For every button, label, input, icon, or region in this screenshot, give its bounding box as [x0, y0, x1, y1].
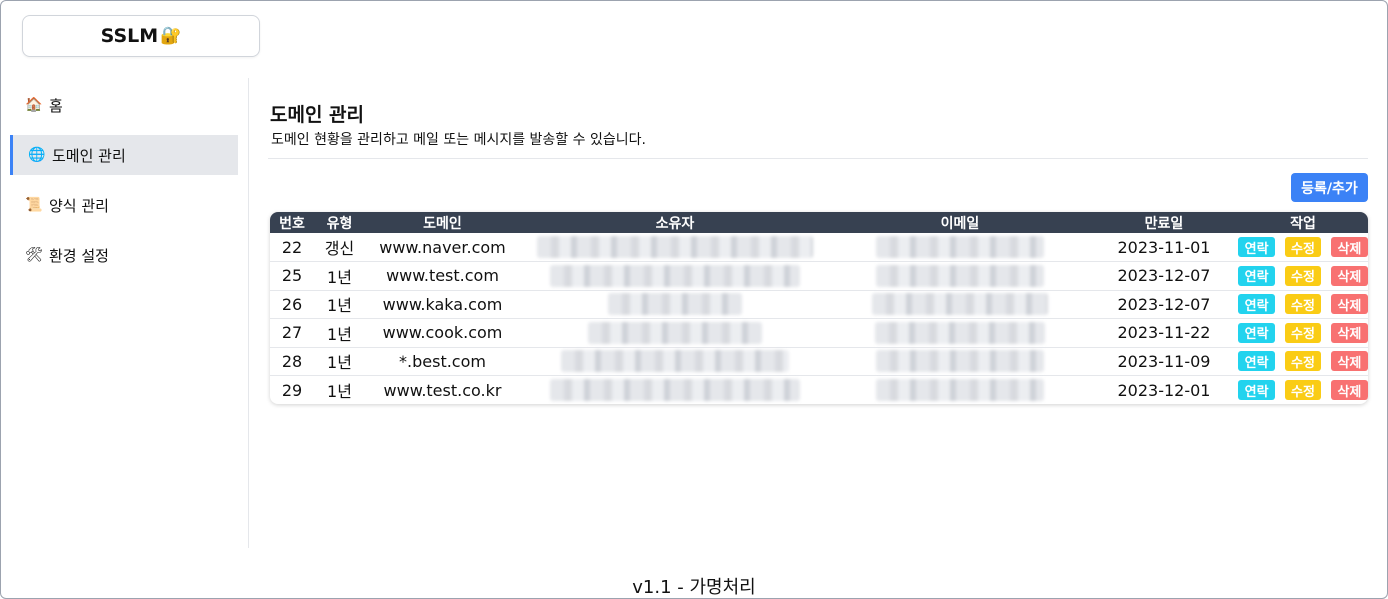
- column-header-email[interactable]: 이메일: [830, 212, 1090, 233]
- table-header-row: 번호 유형 도메인 소유자 이메일 만료일 작업: [270, 212, 1368, 233]
- page-title: 도메인 관리: [270, 104, 365, 126]
- scroll-icon: 📜: [25, 197, 43, 213]
- row-email-redacted: [830, 262, 1090, 291]
- row-owner-redacted: [520, 262, 830, 291]
- row-type: 1년: [327, 267, 352, 287]
- table-row: 27 1년 www.cook.com 2023-11-22 연락 수정 삭제: [270, 319, 1368, 348]
- table-row: 22 갱신 www.naver.com 2023-11-01 연락 수정 삭제: [270, 233, 1368, 262]
- edit-button[interactable]: 수정: [1285, 351, 1321, 372]
- row-email-redacted: [830, 347, 1090, 376]
- sidebar-item-label: 도메인 관리: [52, 146, 126, 165]
- column-header-expiry[interactable]: 만료일: [1090, 212, 1238, 233]
- table-row: 26 1년 www.kaka.com 2023-12-07 연락 수정 삭제: [270, 290, 1368, 319]
- delete-button[interactable]: 삭제: [1330, 294, 1368, 315]
- row-domain: www.cook.com: [382, 323, 503, 343]
- delete-button[interactable]: 삭제: [1330, 322, 1368, 343]
- delete-button[interactable]: 삭제: [1330, 380, 1368, 400]
- column-header-owner[interactable]: 소유자: [520, 212, 830, 233]
- column-header-no[interactable]: 번호: [270, 212, 314, 233]
- row-number: 27: [281, 323, 303, 343]
- page-subtitle: 도메인 현황을 관리하고 메일 또는 메시지를 발송할 수 있습니다.: [271, 132, 646, 148]
- row-email-redacted: [830, 233, 1090, 262]
- row-domain: www.naver.com: [379, 237, 506, 257]
- row-number: 25: [281, 266, 303, 286]
- sidebar-item-label: 홈: [49, 96, 63, 115]
- row-number: 29: [281, 380, 303, 400]
- domain-table: 번호 유형 도메인 소유자 이메일 만료일 작업 22 갱신 www.naver…: [270, 212, 1368, 404]
- row-number: 22: [281, 237, 303, 257]
- delete-button[interactable]: 삭제: [1330, 351, 1368, 372]
- app-logo[interactable]: SSLM 🔐: [22, 15, 260, 57]
- row-domain: www.kaka.com: [382, 294, 503, 314]
- row-actions: 연락 수정 삭제: [1238, 290, 1368, 319]
- row-email-redacted: [830, 290, 1090, 319]
- contact-button[interactable]: 연락: [1238, 351, 1276, 372]
- app-name: SSLM: [100, 25, 159, 47]
- contact-button[interactable]: 연락: [1238, 322, 1276, 343]
- edit-button[interactable]: 수정: [1285, 265, 1321, 286]
- column-header-actions: 작업: [1290, 215, 1316, 232]
- delete-button[interactable]: 삭제: [1330, 237, 1368, 257]
- header-divider: [268, 158, 1368, 159]
- row-type: 1년: [327, 382, 352, 401]
- edit-button[interactable]: 수정: [1285, 294, 1321, 315]
- globe-icon: 🌐: [28, 147, 46, 163]
- row-domain: *.best.com: [399, 351, 486, 371]
- row-expiry: 2023-12-07: [1117, 266, 1211, 286]
- sidebar-divider: [248, 78, 249, 548]
- lock-icon: 🔐: [160, 26, 182, 46]
- row-owner-redacted: [520, 319, 830, 348]
- contact-button[interactable]: 연락: [1238, 237, 1276, 257]
- tools-icon: 🛠: [25, 247, 43, 263]
- sidebar-item-settings[interactable]: 🛠 환경 설정: [10, 235, 238, 275]
- row-number: 26: [281, 294, 303, 314]
- row-actions: 연락 수정 삭제: [1238, 347, 1368, 376]
- row-owner-redacted: [520, 233, 830, 262]
- sidebar-item-template-management[interactable]: 📜 양식 관리: [10, 185, 238, 225]
- row-actions: 연락 수정 삭제: [1238, 376, 1368, 405]
- sidebar-item-domain-management[interactable]: 🌐 도메인 관리: [10, 135, 238, 175]
- sidebar-item-label: 환경 설정: [49, 246, 109, 265]
- row-owner-redacted: [520, 290, 830, 319]
- version-footer: v1.1 - 가명처리: [632, 577, 756, 598]
- table-body: 22 갱신 www.naver.com 2023-11-01 연락 수정 삭제 …: [270, 233, 1368, 404]
- row-expiry: 2023-11-01: [1117, 237, 1211, 257]
- row-expiry: 2023-11-22: [1117, 323, 1211, 343]
- sidebar-item-home[interactable]: 🏠 홈: [10, 85, 238, 125]
- edit-button[interactable]: 수정: [1285, 237, 1321, 257]
- table-row: 29 1년 www.test.co.kr 2023-12-01 연락 수정 삭제: [270, 376, 1368, 405]
- row-owner-redacted: [520, 347, 830, 376]
- row-actions: 연락 수정 삭제: [1238, 233, 1368, 262]
- row-actions: 연락 수정 삭제: [1238, 262, 1368, 291]
- table-row: 28 1년 *.best.com 2023-11-09 연락 수정 삭제: [270, 347, 1368, 376]
- sidebar: 🏠 홈 🌐 도메인 관리 📜 양식 관리 🛠 환경 설정: [10, 85, 238, 285]
- row-email-redacted: [830, 319, 1090, 348]
- row-type: 1년: [327, 324, 352, 344]
- contact-button[interactable]: 연락: [1238, 294, 1276, 315]
- add-domain-button[interactable]: 등록/추가: [1291, 173, 1368, 202]
- home-icon: 🏠: [25, 97, 43, 113]
- sidebar-item-label: 양식 관리: [49, 196, 109, 215]
- column-header-type[interactable]: 유형: [314, 212, 365, 233]
- row-number: 28: [281, 351, 303, 371]
- row-expiry: 2023-11-09: [1117, 351, 1211, 371]
- row-email-redacted: [830, 376, 1090, 405]
- row-type: 1년: [327, 296, 352, 316]
- edit-button[interactable]: 수정: [1285, 322, 1321, 343]
- column-header-domain[interactable]: 도메인: [365, 212, 520, 233]
- contact-button[interactable]: 연락: [1238, 265, 1276, 286]
- row-domain: www.test.com: [386, 266, 499, 286]
- row-type: 1년: [327, 353, 352, 373]
- row-expiry: 2023-12-01: [1117, 380, 1211, 400]
- row-domain: www.test.co.kr: [383, 380, 502, 400]
- row-expiry: 2023-12-07: [1117, 294, 1211, 314]
- contact-button[interactable]: 연락: [1238, 380, 1276, 400]
- delete-button[interactable]: 삭제: [1330, 265, 1368, 286]
- edit-button[interactable]: 수정: [1285, 380, 1321, 400]
- row-owner-redacted: [520, 376, 830, 405]
- table-row: 25 1년 www.test.com 2023-12-07 연락 수정 삭제: [270, 262, 1368, 291]
- row-type: 갱신: [324, 239, 355, 258]
- row-actions: 연락 수정 삭제: [1238, 319, 1368, 348]
